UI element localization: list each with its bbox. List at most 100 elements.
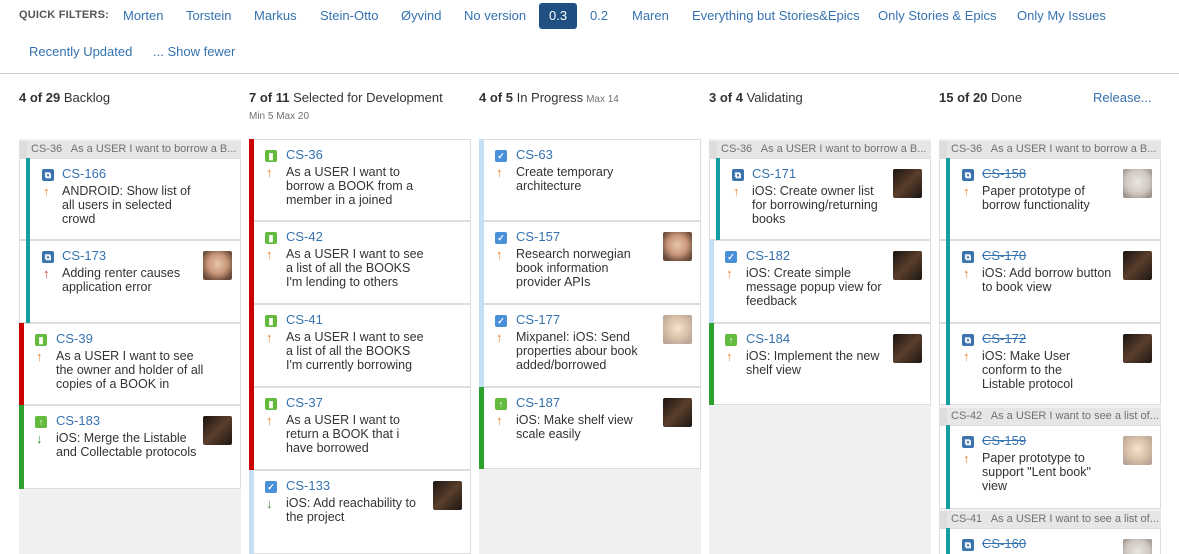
issue-summary: As a USER I want to return a BOOK that i…: [286, 413, 400, 455]
filter-0-3-active[interactable]: 0.3: [539, 3, 578, 29]
assignee-avatar: [1123, 169, 1152, 198]
issue-summary: iOS: Add borrow button to book view: [982, 266, 1112, 294]
swimlane-header[interactable]: CS-41 As a USER I want to see a list of.…: [939, 511, 1161, 528]
issue-key[interactable]: CS-173: [62, 248, 106, 263]
issue-key[interactable]: CS-63: [516, 147, 553, 162]
filter-markus[interactable]: Markus: [247, 4, 304, 28]
issue-key[interactable]: CS-170: [982, 248, 1026, 263]
issue-key[interactable]: CS-183: [56, 413, 100, 428]
epic-color-bar: [479, 221, 484, 304]
story-icon: ▮: [265, 315, 277, 327]
issue-key[interactable]: CS-36: [286, 147, 323, 162]
issue-card[interactable]: ▮ CS-36 ↑ As a USER I want to borrow a B…: [249, 139, 471, 221]
swimlane-header[interactable]: CS-42 As a USER I want to see a list of.…: [939, 408, 1161, 425]
issue-card[interactable]: ⧉ CS-159 ↑ Paper prototype to support "L…: [939, 425, 1161, 509]
issue-key[interactable]: CS-159: [982, 433, 1026, 448]
issue-card[interactable]: ⧉ CS-160: [939, 528, 1161, 554]
filter-morten[interactable]: Morten: [116, 4, 170, 28]
story-icon: ▮: [265, 150, 277, 162]
issue-key[interactable]: CS-184: [746, 331, 790, 346]
subtask-icon: ⧉: [962, 251, 974, 263]
column-limits-selected: Min 5 Max 20: [249, 111, 310, 122]
swimlane-header[interactable]: CS-36 As a USER I want to borrow a B...: [19, 141, 241, 158]
improvement-icon: ↑: [35, 416, 47, 428]
filter-maren[interactable]: Maren: [625, 4, 676, 28]
issue-key[interactable]: CS-157: [516, 229, 560, 244]
filter-0-2[interactable]: 0.2: [583, 4, 615, 28]
swimlane-header[interactable]: CS-36 As a USER I want to borrow a B...: [709, 141, 931, 158]
issue-summary: iOS: Merge the Listable and Collectable …: [56, 431, 197, 459]
priority-major-icon: ↑: [266, 247, 273, 262]
issue-summary: iOS: Make shelf view scale easily: [516, 413, 633, 441]
filter-no-version[interactable]: No version: [457, 4, 533, 28]
assignee-avatar: [663, 398, 692, 427]
issue-card[interactable]: ✓ CS-133 ↓ iOS: Add reachability to the …: [249, 470, 471, 554]
issue-key[interactable]: CS-39: [56, 331, 93, 346]
epic-color-bar: [479, 139, 484, 221]
show-fewer-link[interactable]: ... Show fewer: [146, 40, 242, 64]
priority-major-icon: ↑: [963, 451, 970, 466]
issue-card[interactable]: ▮ CS-39 ↑ As a USER I want to see the ow…: [19, 323, 241, 405]
issue-card[interactable]: ✓ CS-182 ↑ iOS: Create simple message po…: [709, 240, 931, 323]
issue-card[interactable]: ✓ CS-157 ↑ Research norwegian book infor…: [479, 221, 701, 304]
priority-major-icon: ↑: [36, 349, 43, 364]
issue-card[interactable]: ▮ CS-42 ↑ As a USER I want to see a list…: [249, 221, 471, 304]
issue-key[interactable]: CS-177: [516, 312, 560, 327]
filter-torstein[interactable]: Torstein: [179, 4, 239, 28]
issue-key[interactable]: CS-133: [286, 478, 330, 493]
subtask-icon: ⧉: [42, 251, 54, 263]
swimlane-header[interactable]: CS-36 As a USER I want to borrow a B...: [939, 141, 1161, 158]
issue-summary: ANDROID: Show list of all users in selec…: [62, 184, 191, 226]
issue-summary: Paper prototype of borrow functionality: [982, 184, 1090, 212]
issue-key[interactable]: CS-171: [752, 166, 796, 181]
issue-card[interactable]: ↑ CS-187 ↑ iOS: Make shelf view scale ea…: [479, 387, 701, 469]
story-icon: ▮: [265, 398, 277, 410]
issue-key[interactable]: CS-187: [516, 395, 560, 410]
task-icon: ✓: [495, 315, 507, 327]
issue-card[interactable]: ↑ CS-184 ↑ iOS: Implement the new shelf …: [709, 323, 931, 405]
issue-card[interactable]: ⧉ CS-158 ↑ Paper prototype of borrow fun…: [939, 158, 1161, 240]
issue-key[interactable]: CS-42: [286, 229, 323, 244]
filter-stein-otto[interactable]: Stein-Otto: [313, 4, 386, 28]
issue-card[interactable]: ✓ CS-177 ↑ Mixpanel: iOS: Send propertie…: [479, 304, 701, 387]
epic-color-bar: [249, 221, 254, 304]
issue-summary: As a USER I want to see the owner and ho…: [56, 349, 204, 391]
issue-card[interactable]: ⧉ CS-172 ↑ iOS: Make User conform to the…: [939, 323, 1161, 405]
assignee-avatar: [203, 416, 232, 445]
issue-key[interactable]: CS-166: [62, 166, 106, 181]
issue-key[interactable]: CS-158: [982, 166, 1026, 181]
assignee-avatar: [1123, 334, 1152, 363]
column-header-selected: 7 of 11 Selected for Development: [249, 90, 443, 105]
epic-color-bar: [479, 304, 484, 387]
issue-card[interactable]: ↑ CS-183 ↓ iOS: Merge the Listable and C…: [19, 405, 241, 489]
filter-everything-but-stories[interactable]: Everything but Stories&Epics: [685, 4, 867, 28]
assignee-avatar: [893, 251, 922, 280]
issue-card[interactable]: ⧉ CS-173 ↑ Adding renter causes applicat…: [19, 240, 241, 323]
issue-key[interactable]: CS-172: [982, 331, 1026, 346]
filter-recently-updated[interactable]: Recently Updated: [22, 40, 139, 64]
issue-summary: iOS: Make User conform to the Listable p…: [982, 349, 1074, 391]
issue-key[interactable]: CS-41: [286, 312, 323, 327]
issue-key[interactable]: CS-37: [286, 395, 323, 410]
filter-oyvind[interactable]: Øyvind: [394, 4, 448, 28]
column-header-done: 15 of 20 Done: [939, 90, 1023, 105]
issue-key[interactable]: CS-182: [746, 248, 790, 263]
issue-card[interactable]: ✓ CS-63 ↑ Create temporary architecture: [479, 139, 701, 221]
filter-only-my-issues[interactable]: Only My Issues: [1010, 4, 1113, 28]
issue-card[interactable]: ⧉ CS-170 ↑ iOS: Add borrow button to boo…: [939, 240, 1161, 323]
issue-card[interactable]: ⧉ CS-171 ↑ iOS: Create owner list for bo…: [709, 158, 931, 240]
issue-summary: iOS: Implement the new shelf view: [746, 349, 880, 377]
priority-major-icon: ↑: [43, 184, 50, 199]
release-link[interactable]: Release...: [1093, 90, 1152, 105]
issue-card[interactable]: ▮ CS-41 ↑ As a USER I want to see a list…: [249, 304, 471, 387]
issue-summary: Research norwegian book information prov…: [516, 247, 631, 289]
epic-color-bar: [249, 139, 254, 221]
issue-key[interactable]: CS-160: [982, 536, 1026, 551]
improvement-icon: ↑: [495, 398, 507, 410]
issue-summary: As a USER I want to see a list of all th…: [286, 330, 424, 372]
subtask-icon: ⧉: [732, 169, 744, 181]
issue-card[interactable]: ⧉ CS-166 ↑ ANDROID: Show list of all use…: [19, 158, 241, 240]
issue-card[interactable]: ▮ CS-37 ↑ As a USER I want to return a B…: [249, 387, 471, 470]
subtask-icon: ⧉: [42, 169, 54, 181]
filter-only-stories-epics[interactable]: Only Stories & Epics: [871, 4, 1004, 28]
